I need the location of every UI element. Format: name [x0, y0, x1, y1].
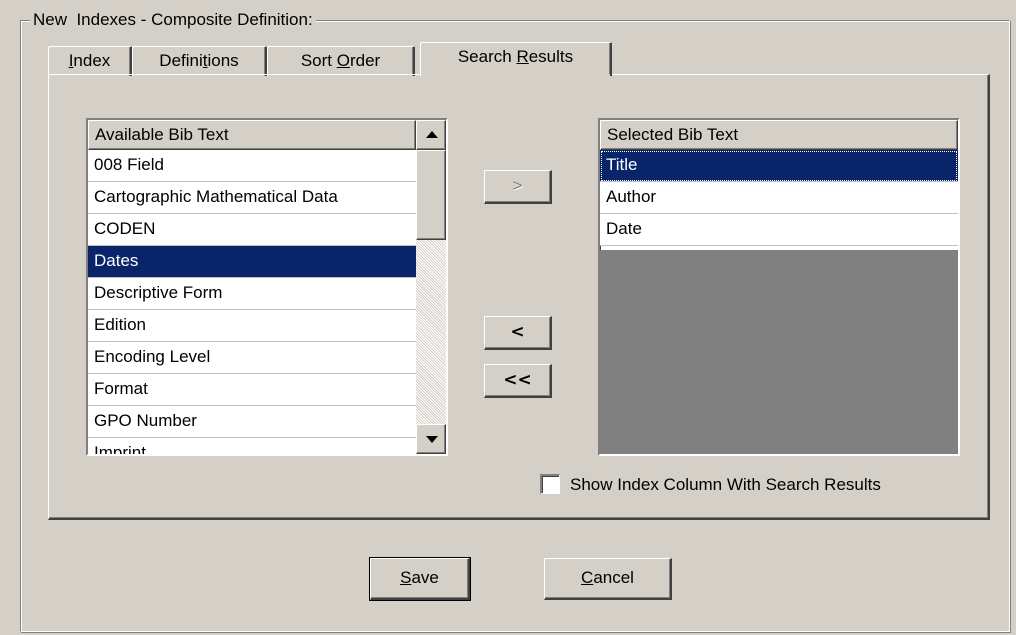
arrow-up-icon [426, 131, 438, 138]
remove-button[interactable]: < [484, 316, 552, 350]
available-list-item[interactable]: Imprint [88, 438, 416, 454]
available-list-item[interactable]: Format [88, 374, 416, 406]
available-list-item[interactable]: Cartographic Mathematical Data [88, 182, 416, 214]
tab-index[interactable]: Index [48, 46, 132, 76]
available-list-item[interactable]: GPO Number [88, 406, 416, 438]
available-list-item[interactable]: CODEN [88, 214, 416, 246]
add-button[interactable]: > [484, 170, 552, 204]
available-list-item[interactable]: Descriptive Form [88, 278, 416, 310]
save-button[interactable]: Save [369, 557, 471, 601]
show-index-column-label[interactable]: Show Index Column With Search Results [570, 474, 881, 496]
selected-list-item[interactable]: Date [600, 214, 958, 246]
selected-list-header[interactable]: Selected Bib Text [600, 120, 958, 150]
tab-sort-order[interactable]: Sort Order [267, 46, 415, 76]
available-bib-text-list[interactable]: Available Bib Text 008 Field Cartographic… [86, 118, 448, 456]
available-list-item[interactable]: Dates [88, 246, 416, 278]
remove-all-button[interactable]: << [484, 364, 552, 398]
group-title: New Indexes - Composite Definition: [30, 10, 316, 30]
available-list-item[interactable]: Encoding Level [88, 342, 416, 374]
available-list-item[interactable]: Edition [88, 310, 416, 342]
cancel-button[interactable]: Cancel [544, 558, 672, 600]
tab-definitions[interactable]: Definitions [132, 46, 267, 76]
selected-list-empty-area [600, 250, 958, 454]
scroll-thumb[interactable] [416, 150, 446, 240]
tab-search-results[interactable]: Search Results [420, 42, 612, 76]
selected-bib-text-list[interactable]: Selected Bib Text Title Author Date [598, 118, 960, 456]
available-list-scrollbar[interactable] [416, 120, 446, 454]
selected-list-item[interactable]: Author [600, 182, 958, 214]
arrow-down-icon [426, 436, 438, 443]
available-list-header[interactable]: Available Bib Text [88, 120, 416, 150]
scroll-up-button[interactable] [416, 120, 446, 150]
scroll-down-button[interactable] [416, 424, 446, 454]
selected-list-item[interactable]: Title [600, 150, 958, 182]
available-list-item[interactable]: 008 Field [88, 150, 416, 182]
show-index-column-checkbox[interactable] [540, 474, 560, 494]
